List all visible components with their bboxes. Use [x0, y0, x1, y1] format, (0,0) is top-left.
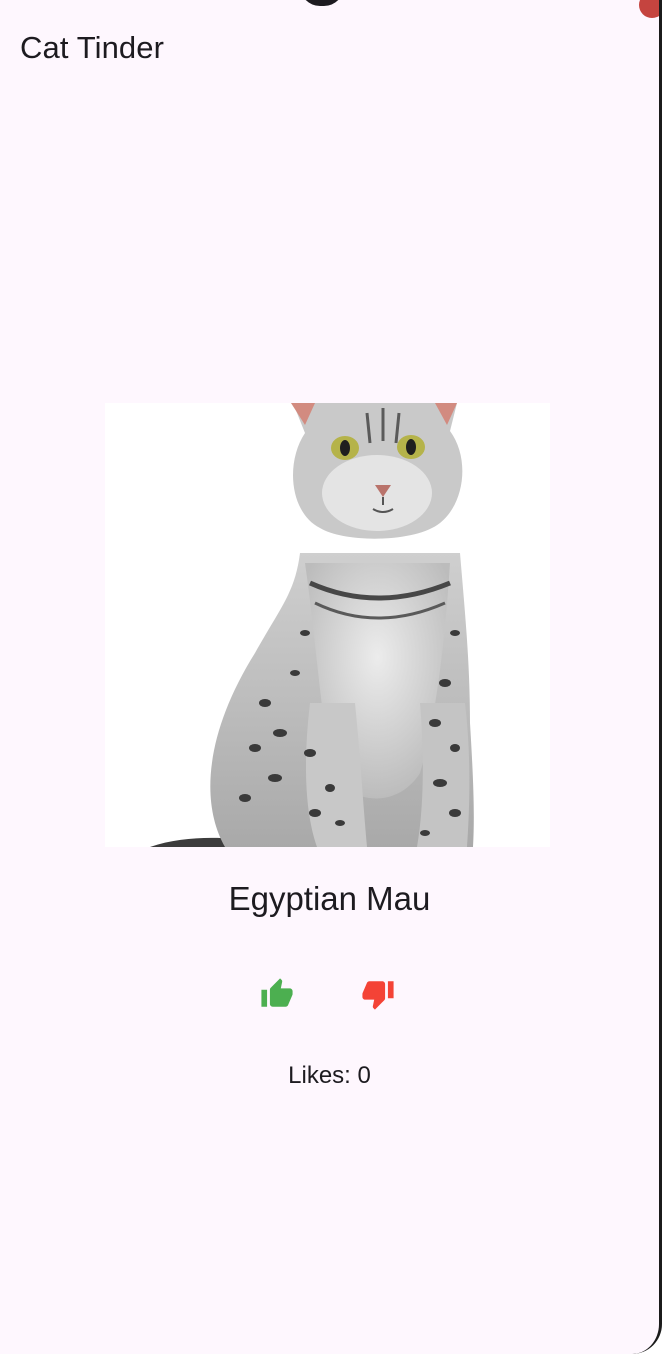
vote-actions — [0, 972, 659, 1016]
thumb-down-icon — [362, 981, 394, 1010]
app-title: Cat Tinder — [20, 30, 165, 65]
cat-photo — [105, 403, 550, 847]
like-button[interactable] — [255, 972, 299, 1016]
phone-screen: Cat Tinder Egyptian Mau Likes: 0 — [0, 0, 662, 1354]
cat-image — [105, 403, 550, 847]
dislike-button[interactable] — [356, 972, 400, 1016]
thumb-up-icon — [261, 978, 293, 1007]
breed-name: Egyptian Mau — [228, 880, 431, 917]
likes-counter: Likes: 0 — [288, 1062, 371, 1089]
app-bar: Cat Tinder — [0, 0, 659, 96]
